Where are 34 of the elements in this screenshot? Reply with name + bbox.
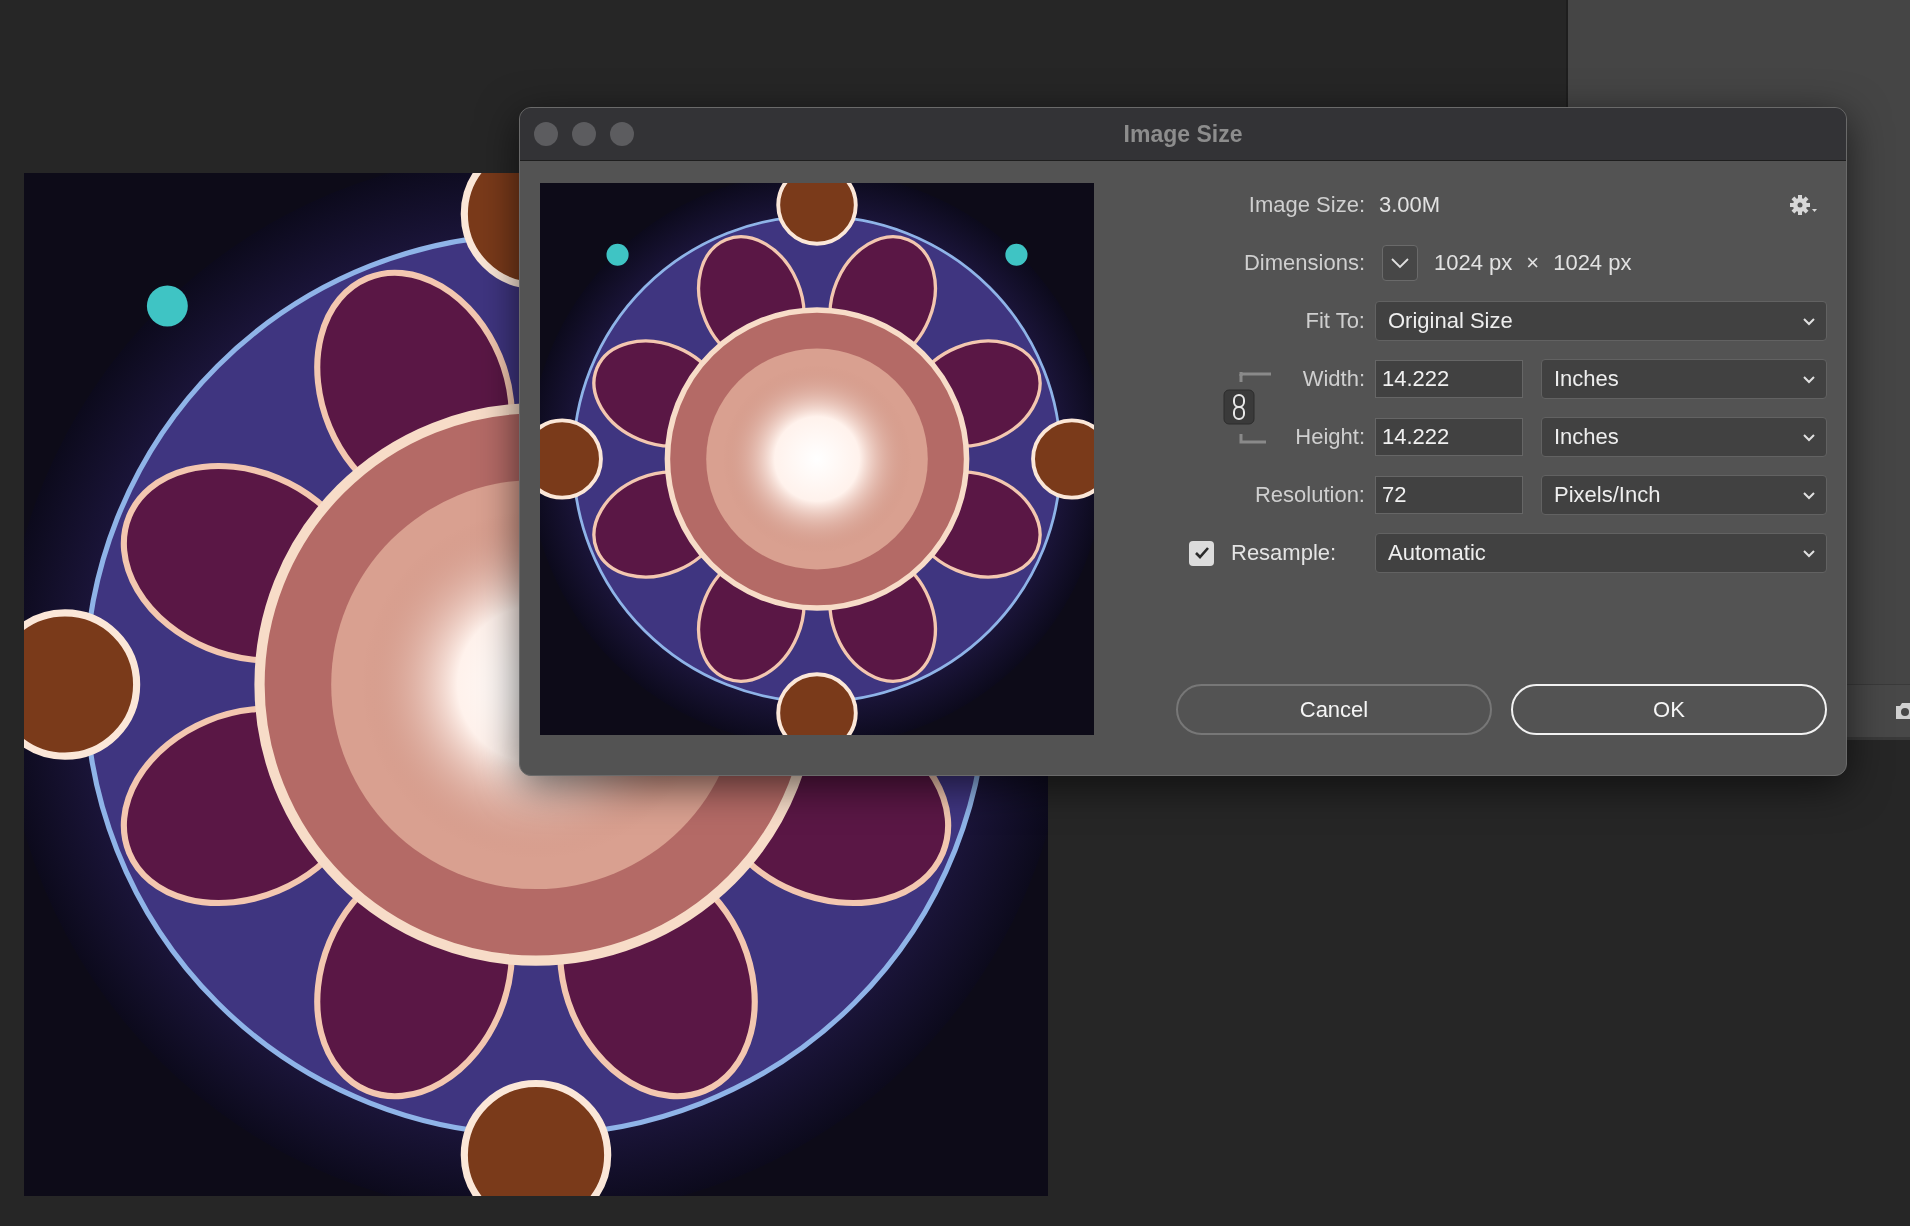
- image-size-value: 3.00M: [1379, 192, 1441, 218]
- height-field[interactable]: 14.222: [1375, 418, 1523, 456]
- checkmark-icon: [1193, 546, 1210, 560]
- field-label: Dimensions:: [1242, 250, 1365, 276]
- times-sign: ×: [1526, 250, 1540, 276]
- field-label: Width:: [1301, 366, 1365, 392]
- link-toggle[interactable]: [1221, 372, 1271, 444]
- default-button[interactable]: OK: [1511, 684, 1827, 735]
- window-title: Image Size: [1122, 120, 1244, 148]
- unit-select[interactable]: Inches: [1541, 359, 1827, 399]
- field-label: Resolution:: [1253, 482, 1365, 508]
- chevron-icon: [1802, 432, 1816, 442]
- resample-checkbox[interactable]: [1189, 540, 1214, 566]
- field-label: Resample:: [1231, 540, 1337, 566]
- field-label: Image Size:: [1247, 192, 1365, 218]
- unit-select[interactable]: Inches: [1541, 417, 1827, 457]
- width-field[interactable]: 14.222: [1375, 360, 1523, 398]
- settings-icon[interactable]: [1789, 194, 1819, 216]
- dimensions-dropdown[interactable]: [1382, 245, 1418, 281]
- chevron-icon: [1802, 374, 1816, 384]
- chevron-icon: [1802, 490, 1816, 500]
- camera-icon[interactable]: [1894, 701, 1910, 721]
- field-label: Fit To:: [1304, 308, 1365, 334]
- unit-select[interactable]: Pixels/Inch: [1541, 475, 1827, 515]
- field-label: Height:: [1294, 424, 1365, 450]
- dimension-value: 1024 px: [1434, 250, 1513, 276]
- chevron-icon: [1802, 316, 1816, 326]
- resample-select[interactable]: Automatic: [1375, 533, 1827, 573]
- chevron-icon: [1390, 257, 1410, 269]
- dimension-value: 1024 px: [1553, 250, 1632, 276]
- resolution-field[interactable]: 72: [1375, 476, 1523, 514]
- fit-to-select[interactable]: Original Size: [1375, 301, 1827, 341]
- chevron-icon: [1802, 548, 1816, 558]
- dialog-button[interactable]: Cancel: [1176, 684, 1492, 735]
